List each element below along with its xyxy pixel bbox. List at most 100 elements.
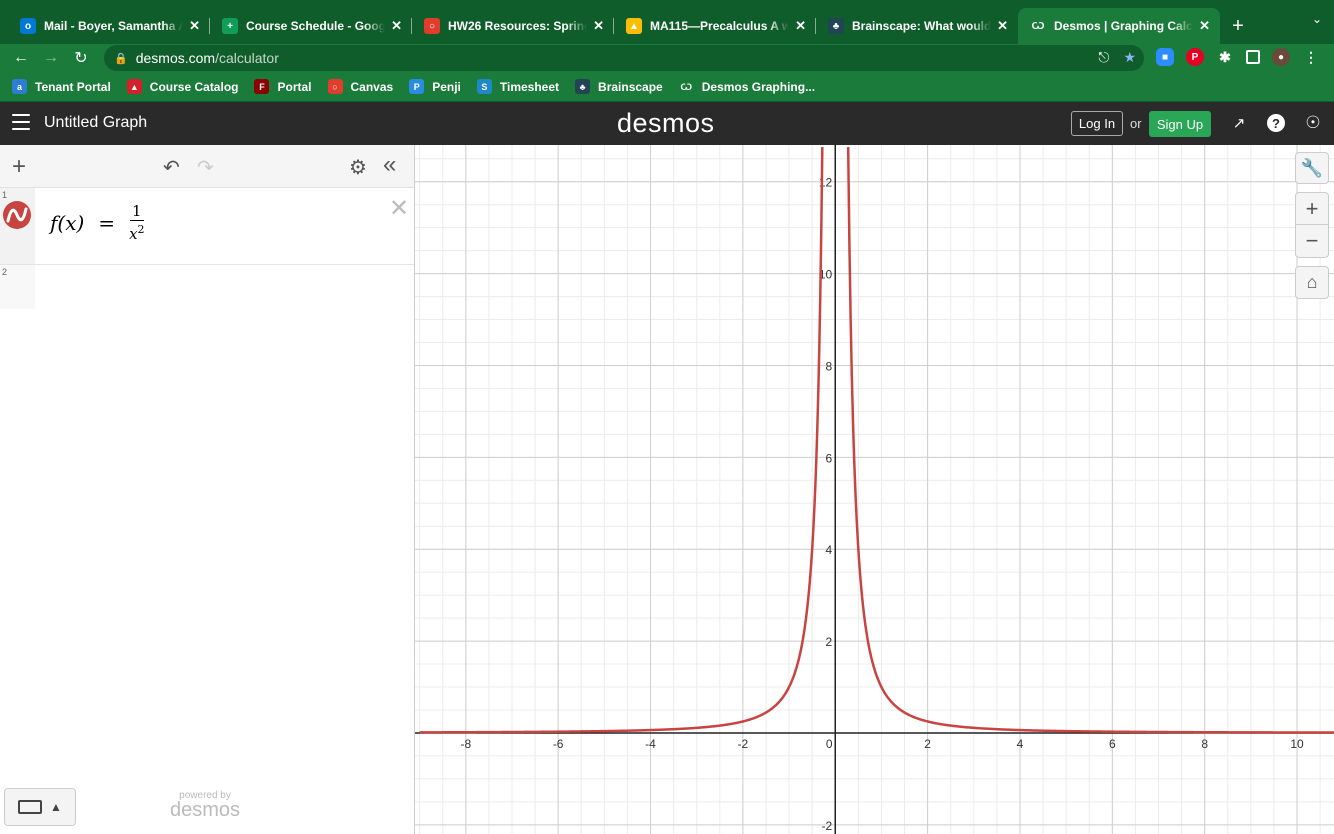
tab-title: HW26 Resources: Spring 2 — [448, 19, 588, 33]
expression-gutter: 1 — [0, 188, 35, 264]
bookmark-label: Timesheet — [499, 79, 560, 94]
brainscape-icon: ♣ — [828, 18, 844, 34]
bookmark-label: Penji — [432, 79, 461, 94]
browser-tab[interactable]: ▲ MA115—Precalculus A w/ In ✕ — [614, 8, 816, 44]
graph-title[interactable]: Untitled Graph — [44, 114, 147, 132]
login-button[interactable]: Log In — [1071, 111, 1123, 136]
x-tick-label: 6 — [1109, 737, 1116, 751]
bookmark-label: Canvas — [350, 79, 394, 94]
keyboard-toggle-button[interactable]: ▲ — [4, 788, 76, 826]
caret-up-icon: ▲ — [50, 800, 62, 814]
graph-settings-button[interactable]: 🔧 — [1295, 152, 1329, 184]
collapse-panel-icon[interactable]: « — [383, 151, 396, 179]
canvas-icon: ○ — [424, 18, 440, 34]
delete-expression-icon[interactable]: ✕ — [389, 194, 409, 223]
pinterest-extension-icon[interactable]: P — [1186, 48, 1204, 66]
bookmark-label: Portal — [277, 79, 312, 94]
powered-by-logo: desmos — [170, 799, 241, 821]
expression-row-1[interactable]: 1 f(x) = 1 x2 ✕ — [0, 188, 414, 265]
zoom-extension-icon[interactable]: ■ — [1156, 48, 1174, 66]
close-tab-icon[interactable]: ✕ — [1199, 18, 1210, 34]
expression-equals: = — [98, 210, 116, 235]
redo-icon[interactable]: ↷ — [197, 155, 214, 180]
browser-tab[interactable]: o Mail - Boyer, Samantha After ✕ — [8, 8, 210, 44]
bookmark-item[interactable]: Ѡ Desmos Graphing... — [678, 79, 815, 94]
tab-search-chevron-icon[interactable]: ⌄ — [1312, 12, 1322, 26]
tab-title: Brainscape: What would you — [852, 19, 992, 33]
undo-icon[interactable]: ↶ — [163, 155, 180, 180]
bookmark-label: Course Catalog — [149, 79, 239, 94]
tab-title: Mail - Boyer, Samantha After — [44, 19, 184, 33]
bookmark-item[interactable]: ○ Canvas — [327, 79, 394, 94]
close-tab-icon[interactable]: ✕ — [997, 18, 1008, 34]
browser-tab[interactable]: + Course Schedule - Google ✕ — [210, 8, 412, 44]
signup-button[interactable]: Sign Up — [1149, 111, 1211, 137]
x-tick-label: -2 — [738, 737, 749, 751]
hamburger-menu-icon[interactable] — [12, 114, 30, 130]
x-tick-label: 0 — [826, 737, 833, 751]
forward-button[interactable]: → — [36, 49, 66, 67]
share-graph-icon[interactable]: ↗ — [1229, 113, 1249, 133]
expression-panel: + ↶ ↷ ⚙ « 1 f(x) = 1 x2 ✕ 2 ▲ powered by… — [0, 145, 415, 834]
add-expression-icon[interactable]: + — [12, 153, 26, 181]
desmos-logo: desmos — [617, 108, 715, 138]
tab-title: MA115—Precalculus A w/ In — [650, 19, 790, 33]
y-tick-label: 6 — [826, 451, 833, 465]
tab-title: Desmos | Graphing Calculator — [1054, 19, 1193, 33]
bookmark-item[interactable]: P Penji — [409, 79, 461, 94]
default-viewport-home-icon[interactable]: ⌂ — [1295, 266, 1329, 299]
new-tab-button[interactable]: + — [1220, 8, 1256, 44]
language-globe-icon[interactable]: ☉ — [1303, 113, 1323, 133]
bookmark-item[interactable]: a Tenant Portal — [12, 79, 111, 94]
bookmark-item[interactable]: ♣ Brainscape — [575, 79, 663, 94]
close-tab-icon[interactable]: ✕ — [593, 18, 604, 34]
bookmark-star-icon[interactable]: ★ — [1123, 49, 1136, 66]
close-tab-icon[interactable]: ✕ — [795, 18, 806, 34]
expression-math[interactable]: f(x) = 1 x2 — [50, 202, 145, 243]
browser-tab[interactable]: Ѡ Desmos | Graphing Calculator ✕ — [1018, 8, 1220, 44]
settings-gear-icon[interactable]: ⚙ — [349, 155, 367, 180]
expression-index: 2 — [2, 267, 8, 277]
bookmark-item[interactable]: ▲ Course Catalog — [126, 79, 239, 94]
bookmark-item[interactable]: F Portal — [254, 79, 312, 94]
profile-avatar-icon[interactable]: ● — [1272, 48, 1290, 66]
puzzle-extensions-icon[interactable]: ✱ — [1216, 48, 1234, 66]
y-tick-label: 2 — [826, 635, 833, 649]
share-icon[interactable]: ⎋ — [1098, 49, 1109, 66]
fraction-denominator: x2 — [129, 221, 144, 243]
reload-button[interactable]: ↻ — [66, 48, 96, 68]
bookmark-favicon-icon: ♣ — [575, 79, 591, 94]
zoom-in-button[interactable]: + — [1295, 192, 1329, 225]
graph-paper[interactable]: -8 -6 -4 -2 0 2 4 6 8 10 -2 2 4 6 8 10 12 — [415, 145, 1334, 834]
y-tick-label: -2 — [822, 819, 833, 833]
desmos-icon: Ѡ — [1030, 18, 1046, 34]
or-label: or — [1130, 116, 1142, 131]
address-bar[interactable]: 🔒 desmos.com/calculator ⎋ ★ — [104, 45, 1144, 71]
bookmarks-bar: a Tenant Portal ▲ Course Catalog F Portal ○ Can… — [0, 72, 1334, 102]
expression-row-2[interactable]: 2 — [0, 265, 414, 309]
back-button[interactable]: ← — [6, 49, 36, 67]
close-tab-icon[interactable]: ✕ — [189, 18, 200, 34]
x-tick-label: 10 — [1290, 737, 1304, 751]
y-tick-label: 4 — [826, 543, 833, 557]
side-panel-icon[interactable] — [1246, 50, 1260, 64]
zoom-out-button[interactable]: − — [1295, 225, 1329, 258]
bookmark-favicon-icon: P — [409, 79, 425, 94]
curve-toggle-icon[interactable] — [3, 201, 31, 229]
bookmark-item[interactable]: S Timesheet — [476, 79, 560, 94]
kebab-menu-icon[interactable]: ⋮ — [1302, 48, 1320, 66]
bookmark-favicon-icon: ○ — [327, 79, 343, 94]
close-tab-icon[interactable]: ✕ — [391, 18, 402, 34]
expression-fraction: 1 x2 — [129, 202, 144, 243]
x-tick-label: -8 — [460, 737, 471, 751]
denominator-base: x — [129, 225, 138, 243]
graph-svg[interactable]: -8 -6 -4 -2 0 2 4 6 8 10-224681012 — [415, 145, 1334, 834]
browser-tab[interactable]: ○ HW26 Resources: Spring 2 ✕ — [412, 8, 614, 44]
sheets-icon: + — [222, 18, 238, 34]
url-host: desmos.com — [135, 50, 216, 66]
help-icon[interactable]: ? — [1267, 114, 1285, 132]
x-tick-label: 2 — [924, 737, 931, 751]
y-tick-label: 8 — [826, 359, 833, 373]
bookmark-favicon-icon: a — [12, 79, 27, 94]
browser-tab[interactable]: ♣ Brainscape: What would you ✕ — [816, 8, 1018, 44]
